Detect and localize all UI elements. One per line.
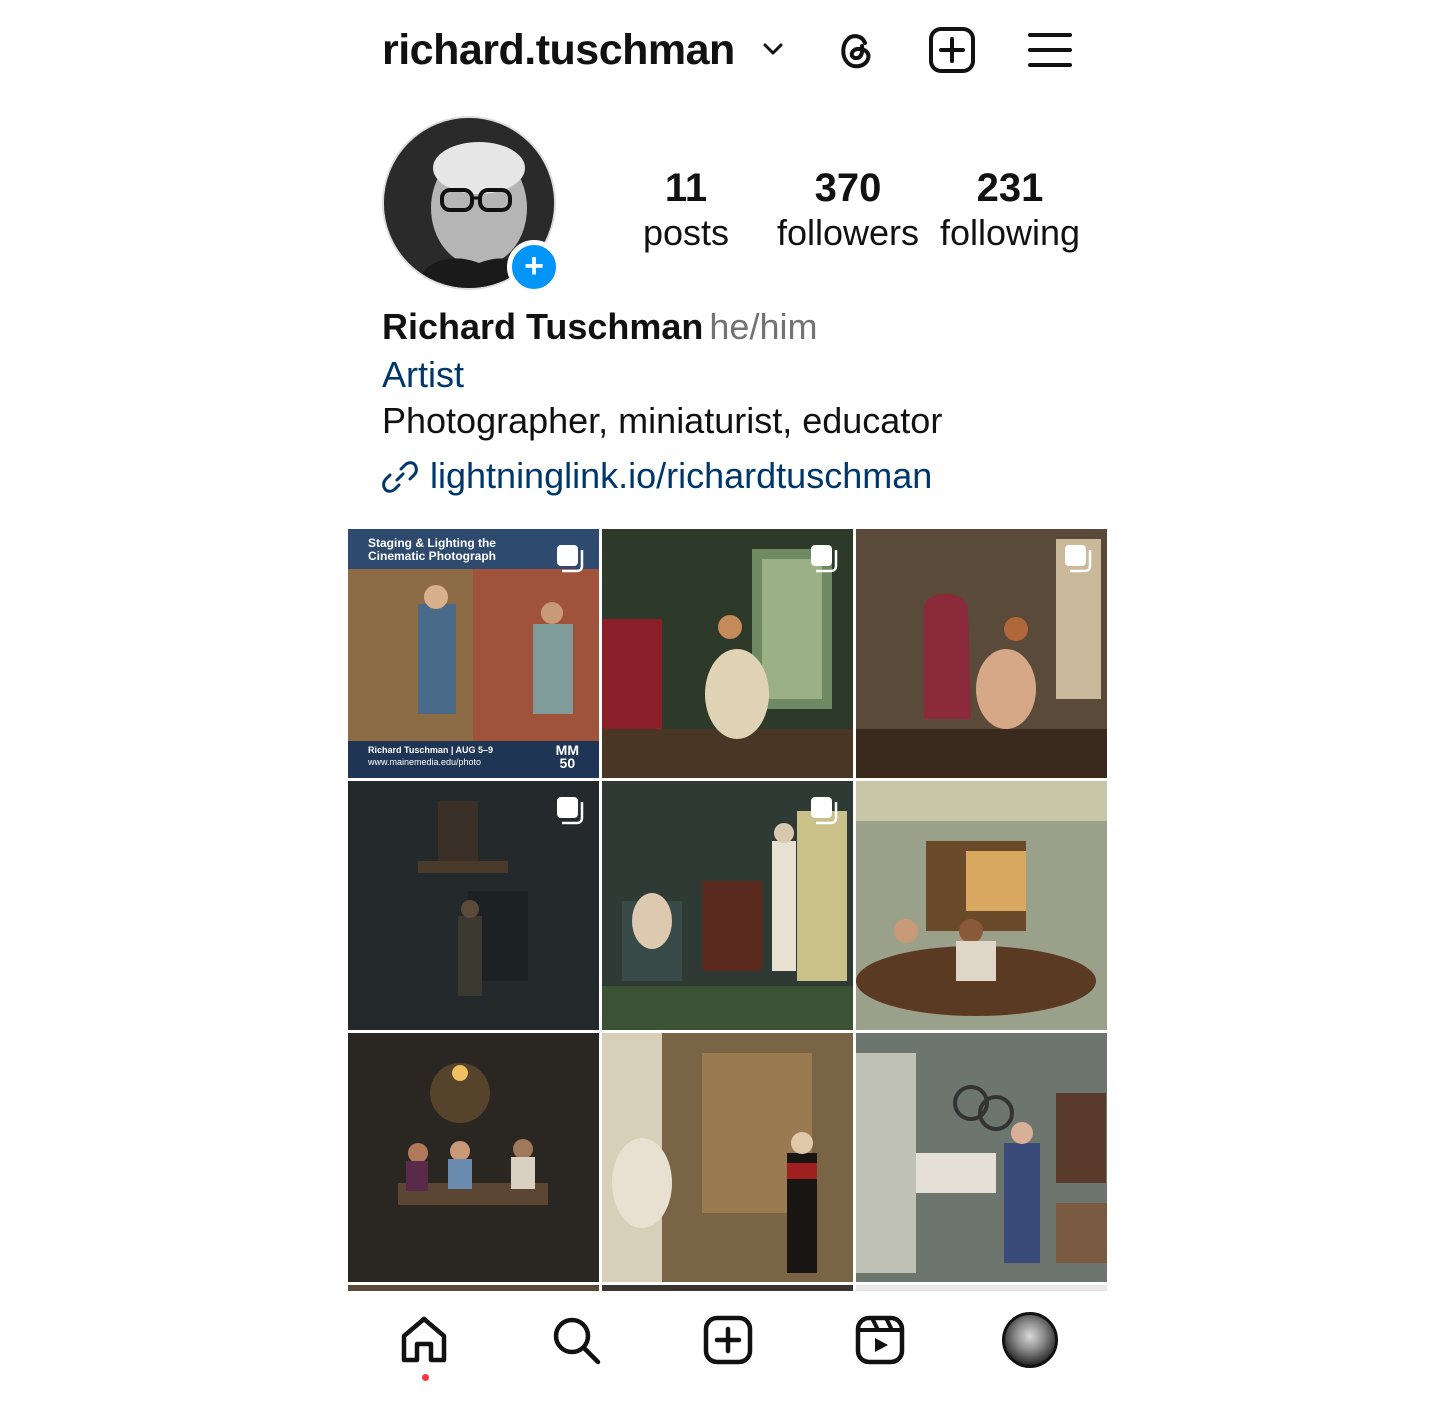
profile-tab-avatar[interactable] <box>1002 1312 1058 1368</box>
notification-dot <box>422 1374 429 1381</box>
post-tile[interactable]: Staging & Lighting the Cinematic Photogr… <box>348 529 599 778</box>
post-tile[interactable] <box>856 781 1107 1030</box>
post-image <box>856 1033 1107 1282</box>
post-tile[interactable] <box>602 1285 853 1291</box>
following-count[interactable]: 231 following <box>934 165 1086 255</box>
carousel-icon <box>1065 545 1092 573</box>
profile-name-line: Richard Tuschman he/him <box>382 306 817 348</box>
profile-category[interactable]: Artist <box>382 354 464 396</box>
cover-title: Staging & Lighting the Cinematic Photogr… <box>368 536 497 563</box>
post-tile[interactable] <box>856 1033 1107 1282</box>
followers-count[interactable]: 370 followers <box>772 165 924 255</box>
post-image <box>602 1033 853 1282</box>
carousel-icon <box>557 797 584 825</box>
post-tile[interactable] <box>348 781 599 1030</box>
carousel-icon <box>557 545 584 573</box>
post-image <box>348 1033 599 1282</box>
post-tile[interactable] <box>856 1285 1107 1291</box>
posts-count[interactable]: 11 posts <box>640 165 732 255</box>
profile-bio: Photographer, miniaturist, educator <box>382 400 943 441</box>
cover-footer: Richard Tuschman | AUG 5–9 www.mainemedi… <box>368 745 494 767</box>
post-tile[interactable] <box>348 1033 599 1282</box>
post-tile[interactable] <box>348 1285 599 1291</box>
add-story-button[interactable]: + <box>507 240 561 294</box>
post-tile[interactable] <box>602 781 853 1030</box>
username-switcher[interactable]: richard.tuschman <box>382 26 735 75</box>
post-image <box>856 781 1107 1030</box>
post-tile[interactable] <box>602 1033 853 1282</box>
cover-logo: MM 50 <box>555 742 579 771</box>
post-tile[interactable] <box>602 529 853 778</box>
create-post-icon[interactable] <box>702 1314 754 1366</box>
reels-icon[interactable] <box>854 1314 906 1366</box>
profile-header: richard.tuschman <box>382 22 1082 82</box>
chevron-down-icon[interactable] <box>760 36 786 62</box>
link-text: lightninglink.io/richardtuschman <box>430 455 933 496</box>
menu-icon[interactable] <box>1026 26 1074 74</box>
post-tile[interactable] <box>856 529 1107 778</box>
post-grid: Staging & Lighting the Cinematic Photogr… <box>348 529 1108 1291</box>
search-icon[interactable] <box>550 1314 602 1366</box>
link-icon <box>382 461 418 493</box>
threads-icon[interactable] <box>832 26 880 74</box>
create-icon[interactable] <box>928 26 976 74</box>
carousel-icon <box>811 797 838 825</box>
display-name: Richard Tuschman <box>382 306 704 347</box>
carousel-icon <box>811 545 838 573</box>
bottom-tab-bar <box>348 1300 1108 1390</box>
pronouns: he/him <box>709 306 818 347</box>
home-icon[interactable] <box>398 1314 450 1366</box>
